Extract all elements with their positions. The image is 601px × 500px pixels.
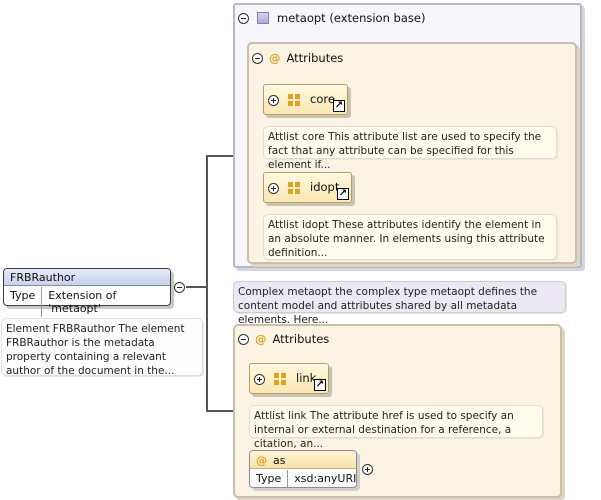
shortcut-arrow-icon[interactable]: ↗: [337, 188, 349, 200]
documentation-text: Attlist idopt These attributes identify …: [268, 219, 545, 259]
extension-base-label: metaopt (extension base): [277, 11, 426, 25]
type-key: Type: [250, 470, 289, 487]
own-attributes-label: Attributes: [272, 332, 330, 346]
expand-icon[interactable]: [254, 374, 265, 385]
documentation-note-metaopt: Complex metaopt the complex type metaopt…: [233, 281, 566, 326]
documentation-text: Element FRBRauthor The element FRBRautho…: [6, 323, 185, 377]
documentation-text: Attlist core This attribute list are use…: [268, 131, 542, 171]
element-name: FRBRauthor: [4, 269, 170, 286]
shortcut-arrow-icon[interactable]: ↗: [333, 100, 345, 112]
collapse-icon[interactable]: [252, 53, 263, 64]
expand-icon[interactable]: [268, 95, 279, 106]
attribute-as[interactable]: @ as Type xsd:anyURI: [249, 450, 357, 488]
own-attributes-group: @ Attributes link ↗ Attlist link The attr…: [233, 324, 562, 498]
type-value: xsd:anyURI: [294, 472, 357, 485]
documentation-note-link: Attlist link The attribute href is used …: [249, 405, 543, 450]
documentation-note-core: Attlist core This attribute list are use…: [263, 126, 557, 171]
expand-icon[interactable]: [268, 183, 279, 194]
base-attributes-label: Attributes: [286, 51, 344, 65]
documentation-text: Attlist link The attribute href is used …: [254, 410, 514, 450]
attribute-group-core[interactable]: core ↗: [263, 84, 348, 115]
four-squares-icon: [288, 94, 301, 107]
at-sign-icon: @: [256, 454, 267, 467]
extension-base-header: metaopt (extension base): [255, 11, 425, 25]
four-squares-icon: [288, 182, 301, 195]
own-attributes-header: @ Attributes: [255, 332, 329, 346]
extension-base-group: metaopt (extension base) @ Attributes cor…: [233, 3, 582, 268]
type-key: Type: [4, 287, 43, 317]
collapse-icon[interactable]: [238, 334, 249, 345]
at-sign-icon: @: [255, 332, 267, 346]
attribute-group-name: core: [310, 92, 335, 106]
element-frbrauthor[interactable]: FRBRauthor Type Extension of 'metaopt': [3, 268, 171, 317]
attribute-group-name: idopt: [310, 180, 340, 194]
base-attributes-header: @ Attributes: [269, 51, 343, 65]
documentation-note-idopt: Attlist idopt These attributes identify …: [263, 214, 557, 260]
base-attributes-group: @ Attributes core ↗ Attlist core This att…: [247, 42, 577, 264]
connector-attributes: [206, 287, 233, 412]
documentation-note-frbrauthor: Element FRBRauthor The element FRBRautho…: [1, 318, 203, 377]
expand-icon[interactable]: [362, 464, 373, 475]
collapse-icon[interactable]: [238, 13, 249, 24]
at-sign-icon: @: [269, 51, 281, 65]
attribute-group-idopt[interactable]: idopt ↗: [263, 172, 352, 203]
four-squares-icon: [274, 373, 287, 386]
element-type-row: Type Extension of 'metaopt': [4, 287, 170, 317]
attribute-header: @ as: [250, 451, 356, 469]
type-value: Extension of 'metaopt': [48, 289, 117, 315]
attribute-group-link[interactable]: link ↗: [249, 363, 329, 394]
collapse-icon[interactable]: [174, 282, 185, 293]
complex-type-icon: [257, 12, 269, 24]
attribute-name: as: [273, 454, 286, 467]
attribute-type-row: Type xsd:anyURI: [250, 470, 356, 487]
shortcut-arrow-icon[interactable]: ↗: [314, 379, 326, 391]
